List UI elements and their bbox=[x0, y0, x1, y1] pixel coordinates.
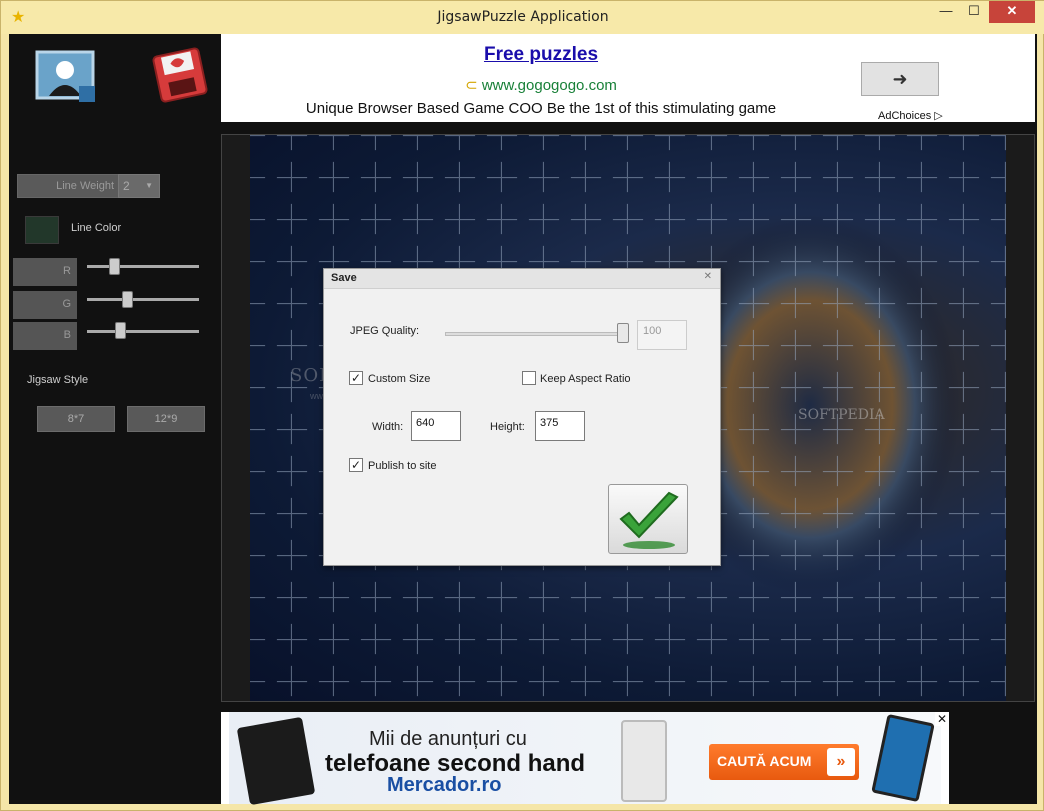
double-chevron-icon: » bbox=[827, 748, 855, 776]
publish-to-site-checkbox[interactable]: ✓ bbox=[349, 458, 363, 472]
b-slider-track[interactable] bbox=[87, 330, 199, 333]
g-slider-thumb[interactable] bbox=[122, 291, 133, 308]
custom-size-checkbox[interactable]: ✓ bbox=[349, 371, 363, 385]
jpeg-quality-slider-thumb[interactable] bbox=[617, 323, 629, 343]
keep-aspect-ratio-checkbox[interactable] bbox=[522, 371, 536, 385]
b-label: B bbox=[13, 322, 77, 350]
height-input[interactable]: 375 bbox=[535, 411, 585, 441]
top-advertisement: Free puzzles ⊂ www.gogogogo.com Unique B… bbox=[221, 34, 1035, 122]
confirm-save-button[interactable] bbox=[608, 484, 688, 554]
chevron-down-icon: ▼ bbox=[145, 181, 153, 190]
ad-title-link[interactable]: Free puzzles bbox=[221, 44, 861, 66]
sidebar: Line Weight 2 ▼ Line Color R G B Jigsaw … bbox=[9, 34, 221, 804]
blackberry-phone-image bbox=[236, 716, 316, 806]
ad-url[interactable]: ⊂ www.gogogogo.com bbox=[221, 76, 861, 94]
minimize-button[interactable]: — bbox=[931, 1, 961, 23]
width-input[interactable]: 640 bbox=[411, 411, 461, 441]
jpeg-quality-slider-track[interactable] bbox=[445, 332, 623, 336]
keep-aspect-ratio-label: Keep Aspect Ratio bbox=[540, 373, 631, 385]
line-weight-label: Line Weight bbox=[17, 174, 121, 198]
b-slider-thumb[interactable] bbox=[115, 322, 126, 339]
ad-close-icon[interactable]: ✕ bbox=[935, 712, 949, 726]
close-button[interactable]: ✕ bbox=[989, 1, 1035, 23]
r-slider-thumb[interactable] bbox=[109, 258, 120, 275]
adchoices-link[interactable]: AdChoices ▷ bbox=[878, 109, 943, 122]
nokia-phone-image bbox=[871, 713, 935, 803]
dialog-title: Save bbox=[331, 272, 357, 284]
line-weight-select[interactable]: 2 ▼ bbox=[118, 174, 160, 198]
height-label: Height: bbox=[490, 421, 525, 433]
g-slider-track[interactable] bbox=[87, 298, 199, 301]
watermark-right: SOFTPEDIA bbox=[798, 407, 885, 423]
save-dialog: Save ✕ JPEG Quality: 100 ✓ Custom Size K… bbox=[323, 268, 721, 566]
r-label: R bbox=[13, 258, 77, 286]
r-slider-track[interactable] bbox=[87, 265, 199, 268]
window-title: JigsawPuzzle Application bbox=[437, 9, 609, 25]
publish-to-site-label: Publish to site bbox=[368, 460, 437, 472]
width-label: Width: bbox=[372, 421, 404, 433]
jpeg-quality-value: 100 bbox=[637, 320, 687, 350]
ad-description: Unique Browser Based Game COO Be the 1st… bbox=[305, 100, 777, 117]
cta-label: CAUTĂ ACUM bbox=[717, 753, 812, 769]
open-image-icon[interactable] bbox=[35, 50, 97, 106]
bottom-advertisement[interactable]: Mii de anunțuri cu telefoane second hand… bbox=[221, 712, 949, 806]
style-button-12x9[interactable]: 12*9 bbox=[127, 406, 205, 432]
line-color-swatch[interactable] bbox=[25, 216, 59, 244]
jpeg-quality-label: JPEG Quality: bbox=[350, 325, 420, 337]
jigsaw-style-label: Jigsaw Style bbox=[27, 374, 89, 386]
custom-size-label: Custom Size bbox=[368, 373, 431, 385]
save-disk-icon[interactable] bbox=[149, 44, 211, 106]
ad-arrow-button[interactable]: ➜ bbox=[861, 62, 939, 96]
ad-url-text: www.gogogogo.com bbox=[481, 77, 617, 94]
green-checkmark-icon bbox=[619, 491, 679, 549]
ad-line-1: Mii de anunțuri cu bbox=[369, 728, 527, 750]
dialog-title-bar[interactable]: Save ✕ bbox=[324, 269, 720, 289]
app-window: ★ JigsawPuzzle Application — ☐ ✕ Line We… bbox=[0, 0, 1044, 811]
iphone-image bbox=[621, 720, 667, 802]
ad-logo-icon: ⊂ bbox=[465, 77, 478, 94]
title-bar[interactable]: ★ JigsawPuzzle Application — ☐ ✕ bbox=[1, 1, 1044, 34]
line-color-label: Line Color bbox=[71, 222, 122, 234]
ad-line-3: Mercador.ro bbox=[387, 774, 502, 796]
style-button-8x7[interactable]: 8*7 bbox=[37, 406, 115, 432]
bottom-ad-banner[interactable]: Mii de anunțuri cu telefoane second hand… bbox=[229, 712, 941, 806]
g-label: G bbox=[13, 291, 77, 319]
cauta-acum-button[interactable]: CAUTĂ ACUM » bbox=[709, 744, 859, 780]
maximize-button[interactable]: ☐ bbox=[959, 1, 989, 23]
line-weight-value: 2 bbox=[123, 179, 130, 193]
dialog-close-icon[interactable]: ✕ bbox=[704, 271, 712, 282]
